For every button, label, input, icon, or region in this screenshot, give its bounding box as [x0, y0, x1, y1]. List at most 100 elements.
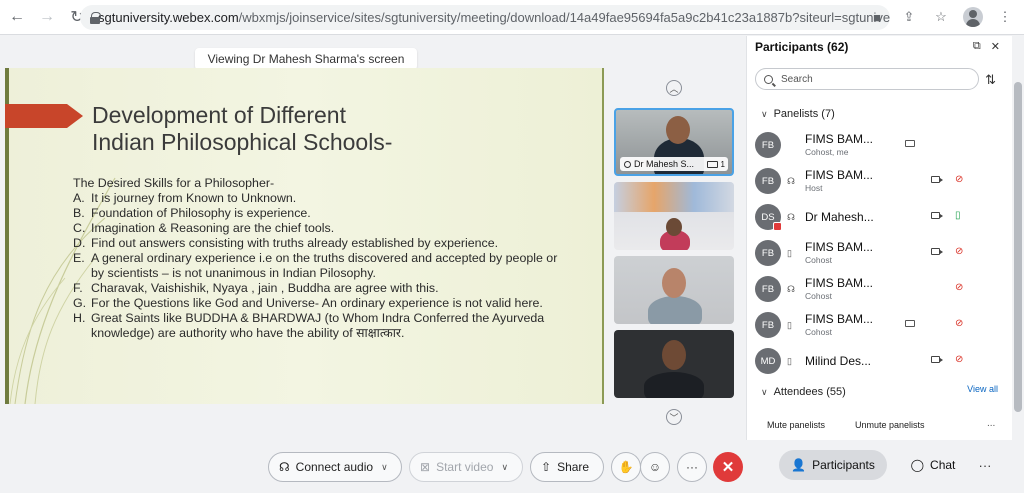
participant-row[interactable]: FB ☊ FIMS BAM... Host ⊘: [755, 164, 999, 198]
phone-icon: ▯: [787, 248, 792, 258]
connect-audio-button[interactable]: ☊ Connect audio ∨: [268, 452, 402, 482]
audio-icon: [624, 160, 631, 168]
back-arrow-icon[interactable]: ←: [4, 4, 30, 30]
panel-footer: Mute panelists Unmute panelists ...: [747, 416, 1013, 440]
closed-caption-icon: [905, 140, 915, 147]
participant-row[interactable]: FB FIMS BAM... Cohost, me: [755, 128, 999, 162]
participant-row[interactable]: FB ▯ FIMS BAM... Cohost ⊘: [755, 236, 999, 270]
participants-panel: Participants (62) ⧉ ✕ Search ⇅ ∨ Panelis…: [746, 36, 1012, 440]
avatar: FB: [755, 168, 781, 194]
share-page-icon[interactable]: ⇪: [898, 6, 920, 28]
video-thumbnail[interactable]: [614, 256, 734, 324]
thumbnails-scroll-up-icon[interactable]: ︿: [666, 80, 682, 96]
mic-muted-icon[interactable]: ⊘: [955, 246, 963, 257]
closed-caption-icon: [905, 320, 915, 327]
avatar: FB: [755, 312, 781, 338]
start-video-button[interactable]: ⊠ Start video ∨: [409, 452, 523, 482]
avatar: MD: [755, 348, 781, 374]
share-screen-icon: ⇧: [541, 460, 552, 474]
audio-connect-icon: ☊: [279, 460, 290, 474]
profile-avatar-icon[interactable]: [962, 6, 984, 28]
computer-audio-icon: ☊: [787, 284, 795, 294]
slide-title: Development of Different Indian Philosop…: [92, 102, 393, 155]
video-thumbnail[interactable]: Dr Mahesh S... 1: [614, 108, 734, 176]
avatar: FB: [755, 132, 781, 158]
panel-more-options-button[interactable]: ...: [987, 418, 995, 429]
video-thumbnail[interactable]: [614, 330, 734, 398]
mute-panelists-button[interactable]: Mute panelists: [767, 420, 825, 430]
slide-title-arrow: [5, 104, 83, 128]
chevron-down-icon: ∨: [381, 461, 388, 472]
popout-icon[interactable]: ⧉: [973, 40, 981, 53]
thumbnails-scroll-down-icon[interactable]: ﹀: [666, 409, 682, 425]
leave-meeting-button[interactable]: ✕: [713, 452, 743, 482]
sort-icon[interactable]: ⇅: [985, 72, 996, 88]
mic-muted-icon[interactable]: ⊘: [955, 174, 963, 185]
unmute-panelists-button[interactable]: Unmute panelists: [855, 420, 925, 430]
camera-icon: [931, 176, 943, 183]
slide-right-bar: [602, 68, 604, 404]
participants-panel-title: Participants (62): [755, 40, 849, 54]
search-icon: [764, 74, 773, 84]
presenter-badge-icon: [773, 222, 782, 231]
thumbnail-name-bar: Dr Mahesh S... 1: [620, 157, 728, 171]
panel-scrollbar-thumb[interactable]: [1014, 82, 1022, 412]
slide-item: G. For the Questions like God and Univers…: [73, 296, 543, 310]
panel-scrollbar[interactable]: [1012, 36, 1024, 440]
participants-button[interactable]: 👤 Participants: [779, 450, 887, 480]
participant-row[interactable]: FB ▯ FIMS BAM... Cohost ⊘: [755, 308, 999, 342]
computer-audio-icon: ☊: [787, 212, 795, 222]
participant-row[interactable]: MD ▯ Milind Des... ⊘: [755, 344, 999, 378]
phone-icon: ▯: [787, 356, 792, 366]
slide-body: The Desired Skills for a Philosopher- A.…: [73, 176, 573, 341]
participant-row[interactable]: FB ☊ FIMS BAM... Cohost ⊘: [755, 272, 999, 306]
video-off-icon: ⊠: [420, 460, 431, 474]
chrome-menu-icon[interactable]: ⋮: [994, 6, 1016, 28]
chevron-down-icon: ∨: [501, 461, 509, 472]
participant-row[interactable]: DS ☊ Dr Mahesh... ▯: [755, 200, 999, 234]
slide-item: D. Find out answers consisting with truth…: [73, 236, 499, 250]
close-panel-icon[interactable]: ✕: [991, 40, 1000, 53]
slide-item: B. Foundation of Philosophy is experience…: [73, 206, 311, 220]
address-bar[interactable]: sgtuniversity.webex.com/wbxmjs/joinservi…: [80, 5, 890, 30]
camera-permission-icon[interactable]: ■: [866, 6, 888, 28]
more-options-button[interactable]: ···: [677, 452, 707, 482]
computer-audio-icon: ☊: [787, 176, 795, 186]
url-host: sgtuniversity.webex.com: [98, 10, 239, 25]
view-all-link[interactable]: View all: [967, 384, 998, 394]
forward-arrow-icon[interactable]: →: [34, 4, 60, 30]
participants-icon: 👤: [791, 458, 807, 472]
screen-share-icon: [706, 160, 718, 168]
camera-icon: [931, 248, 943, 255]
mic-muted-icon[interactable]: ⊘: [955, 354, 963, 365]
raise-hand-button[interactable]: ✋: [611, 452, 641, 482]
slide-item: A. It is journey from Known to Unknown.: [73, 191, 297, 205]
camera-icon: [931, 212, 943, 219]
mic-muted-icon[interactable]: ⊘: [955, 318, 963, 329]
slide-item: H. Great Saints like BUDDHA & BHARDWAJ (t…: [73, 311, 545, 340]
chevron-down-icon: ∨: [761, 108, 768, 119]
video-thumbnail[interactable]: [614, 182, 734, 250]
slide-item: F. Charavak, Vaishishik, Nyaya , jain , B…: [73, 281, 439, 295]
mic-active-icon[interactable]: ▯: [955, 210, 961, 221]
phone-icon: ▯: [787, 320, 792, 330]
browser-toolbar: ← → ↻ sgtuniversity.webex.com/wbxmjs/joi…: [0, 0, 1024, 35]
slide-intro: The Desired Skills for a Philosopher-: [73, 176, 275, 190]
overflow-menu-button[interactable]: ···: [975, 450, 995, 480]
participant-search-input[interactable]: Search: [755, 68, 979, 90]
avatar: FB: [755, 276, 781, 302]
share-button[interactable]: ⇧ Share: [530, 452, 604, 482]
attendees-section-toggle[interactable]: ∨ Attendees (55): [761, 386, 846, 398]
avatar: FB: [755, 240, 781, 266]
chat-button[interactable]: ◯ Chat: [903, 450, 963, 480]
shared-slide: Development of Different Indian Philosop…: [5, 68, 604, 404]
bookmark-star-icon[interactable]: ☆: [930, 6, 952, 28]
camera-icon: [931, 356, 943, 363]
mic-muted-icon[interactable]: ⊘: [955, 282, 963, 293]
panelists-section-toggle[interactable]: ∨ Panelists (7): [761, 108, 835, 120]
url-path: /wbxmjs/joinservice/sites/sgtuniversity/…: [238, 10, 890, 25]
avatar: DS: [755, 204, 782, 231]
reactions-button[interactable]: ☺: [640, 452, 670, 482]
meeting-controls: ☊ Connect audio ∨ ⊠ Start video ∨ ⇧ Shar…: [0, 450, 1024, 493]
viewing-screen-label: Viewing Dr Mahesh Sharma's screen: [195, 48, 417, 70]
